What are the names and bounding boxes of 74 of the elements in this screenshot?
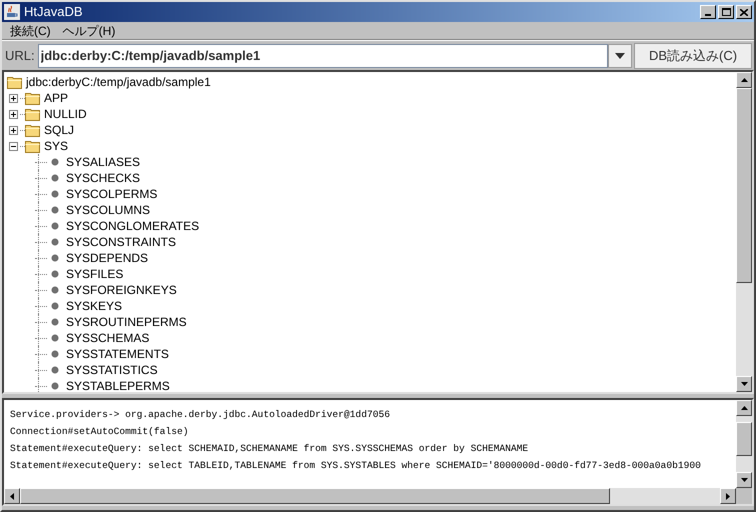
tree-item[interactable]: SYSDEPENDS xyxy=(66,249,148,267)
dot-icon xyxy=(51,174,59,182)
tree-item[interactable]: APP xyxy=(44,89,68,107)
expand-icon[interactable] xyxy=(9,110,18,118)
dropdown-arrow-icon xyxy=(615,52,625,58)
dot-icon xyxy=(51,254,59,262)
folder-icon xyxy=(25,140,41,152)
dot-icon xyxy=(51,206,59,214)
menu-item[interactable]: 接続(C) xyxy=(6,22,55,40)
dot-icon xyxy=(51,190,59,198)
dot-icon xyxy=(51,350,59,358)
tree-item[interactable]: SYSCONGLOMERATES xyxy=(66,217,200,235)
log-line: Statement#executeQuery: select SCHEMAID,SCHEMANAME from SYS.SYSSCHEMAS order by SCHEMANAME xyxy=(10,442,528,456)
collapse-icon[interactable] xyxy=(9,142,18,150)
tree-item[interactable]: SYSSCHEMAS xyxy=(66,329,150,347)
tree-item[interactable]: SYSFOREIGNKEYS xyxy=(66,281,177,299)
dot-icon xyxy=(51,238,59,246)
url-field[interactable]: jdbc:derby:C:/temp/javadb/sample1 xyxy=(38,44,608,68)
scrollbar-corner xyxy=(736,488,752,504)
folder-icon xyxy=(25,108,41,120)
tree-item[interactable]: SYS xyxy=(44,137,68,155)
menu-item[interactable]: ヘルプ(H) xyxy=(58,22,120,40)
dot-icon xyxy=(51,286,59,294)
coffee-cup-icon xyxy=(4,4,20,20)
log-line: Statement#executeQuery: select TABLEID,TABLENAME from SYS.SYSTABLES where SCHEMAID='8000000d-00d0-fd77-3ed8-000a0a0b1900 xyxy=(10,459,701,473)
close-icon xyxy=(740,8,748,16)
scroll-right-icon[interactable] xyxy=(720,488,736,504)
tree-item[interactable]: SYSTABLEPERMS xyxy=(66,377,170,392)
tree-item[interactable]: SYSCOLPERMS xyxy=(66,185,158,203)
window-title: HtJavaDB xyxy=(24,3,83,22)
tree-item[interactable]: SYSSTATEMENTS xyxy=(66,345,169,363)
scroll-down-icon[interactable] xyxy=(736,376,752,392)
dot-icon xyxy=(51,334,59,342)
scroll-thumb[interactable] xyxy=(736,88,752,283)
vertical-scrollbar[interactable] xyxy=(736,72,752,392)
dot-icon xyxy=(51,302,59,310)
scroll-down-icon[interactable] xyxy=(736,472,752,488)
folder-icon xyxy=(25,92,41,104)
scroll-up-icon[interactable] xyxy=(736,72,752,88)
dot-icon xyxy=(51,270,59,278)
folder-icon xyxy=(25,124,41,136)
tree-item[interactable]: SYSSTATISTICS xyxy=(66,361,158,379)
vertical-scrollbar[interactable] xyxy=(736,400,752,488)
dot-icon xyxy=(51,318,59,326)
close-button[interactable] xyxy=(736,5,752,19)
dot-icon xyxy=(51,158,59,166)
scroll-up-icon[interactable] xyxy=(736,400,752,416)
tree-item[interactable]: SYSCHECKS xyxy=(66,169,140,187)
folder-icon xyxy=(7,76,23,88)
dropdown-button[interactable] xyxy=(608,44,632,68)
maximize-button[interactable] xyxy=(718,5,734,19)
tree-item[interactable]: SYSCONSTRAINTS xyxy=(66,233,176,251)
tree-item[interactable]: SYSKEYS xyxy=(66,297,122,315)
tree-item[interactable]: SYSROUTINEPERMS xyxy=(66,313,187,331)
dot-icon xyxy=(51,366,59,374)
load-db-button[interactable]: DB読み込み(C) xyxy=(634,42,752,68)
tree-item[interactable]: SQLJ xyxy=(44,121,74,139)
scroll-thumb[interactable] xyxy=(20,488,610,504)
tree-item[interactable]: NULLID xyxy=(44,105,87,123)
url-label: URL: xyxy=(4,46,36,65)
expand-icon[interactable] xyxy=(9,126,18,134)
tree-item[interactable]: SYSCOLUMNS xyxy=(66,201,150,219)
horizontal-scrollbar[interactable] xyxy=(4,488,736,504)
dot-icon xyxy=(51,382,59,390)
tree-item[interactable]: jdbc:derbyC:/temp/javadb/sample1 xyxy=(26,73,211,91)
scroll-left-icon[interactable] xyxy=(4,488,20,504)
tree-item[interactable]: SYSFILES xyxy=(66,265,124,283)
log-line: Connection#setAutoCommit(false) xyxy=(10,425,188,439)
tree-item[interactable]: SYSALIASES xyxy=(66,153,140,171)
log-line: Service.providers-> org.apache.derby.jdbc.AutoloadedDriver@1dd7056 xyxy=(10,408,390,422)
scroll-thumb[interactable] xyxy=(736,422,752,456)
dot-icon xyxy=(51,222,59,230)
minimize-button[interactable] xyxy=(700,5,716,19)
expand-icon[interactable] xyxy=(9,94,18,102)
